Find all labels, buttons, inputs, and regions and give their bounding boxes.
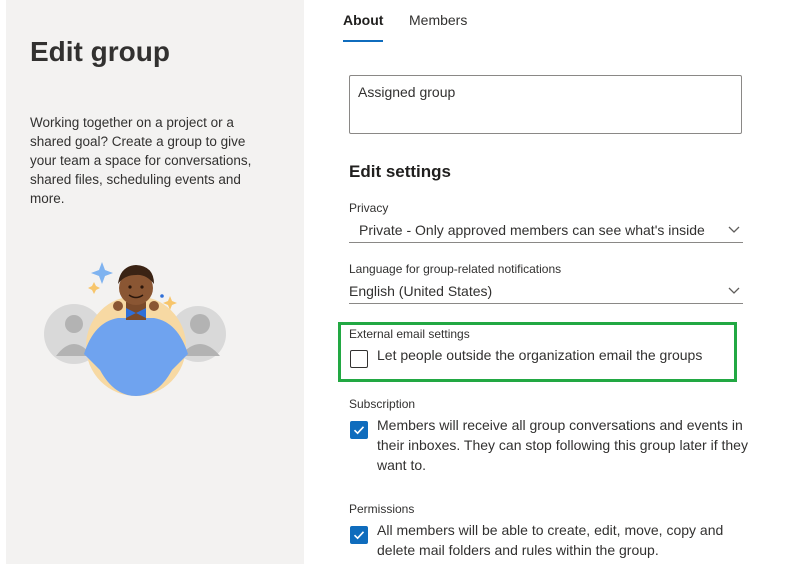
permissions-checkbox[interactable] bbox=[350, 526, 368, 544]
tab-members[interactable]: Members bbox=[409, 12, 467, 28]
checkmark-icon bbox=[353, 426, 365, 435]
chevron-down-icon bbox=[728, 287, 740, 294]
subscription-checkbox[interactable] bbox=[350, 421, 368, 439]
chevron-down-icon bbox=[728, 226, 740, 233]
people-illustration bbox=[44, 262, 226, 396]
external-email-label: External email settings bbox=[349, 327, 470, 341]
privacy-value: Private - Only approved members can see … bbox=[359, 222, 705, 238]
privacy-label: Privacy bbox=[349, 201, 389, 215]
subscription-label: Subscription bbox=[349, 397, 416, 411]
tab-selected-indicator bbox=[343, 40, 383, 42]
permissions-checkbox-label: All members will be able to create, edit… bbox=[377, 522, 724, 558]
language-label: Language for group-related notifications bbox=[349, 262, 562, 276]
external-email-checkbox[interactable] bbox=[350, 350, 368, 368]
language-dropdown[interactable]: English (United States) bbox=[349, 281, 743, 304]
page-title: Edit group bbox=[30, 36, 170, 67]
privacy-dropdown[interactable]: Private - Only approved members can see … bbox=[349, 220, 743, 243]
edit-settings-heading: Edit settings bbox=[349, 162, 452, 181]
language-value: English (United States) bbox=[349, 283, 493, 299]
permissions-label: Permissions bbox=[349, 502, 415, 516]
subscription-checkbox-label: Members will receive all group conversat… bbox=[377, 417, 748, 473]
page-description: Working together on a project or a share… bbox=[30, 115, 252, 206]
checkmark-icon bbox=[353, 531, 365, 540]
group-description-input[interactable]: Assigned group bbox=[349, 75, 742, 134]
tab-about[interactable]: About bbox=[343, 12, 383, 28]
external-email-checkbox-label: Let people outside the organization emai… bbox=[377, 347, 703, 363]
